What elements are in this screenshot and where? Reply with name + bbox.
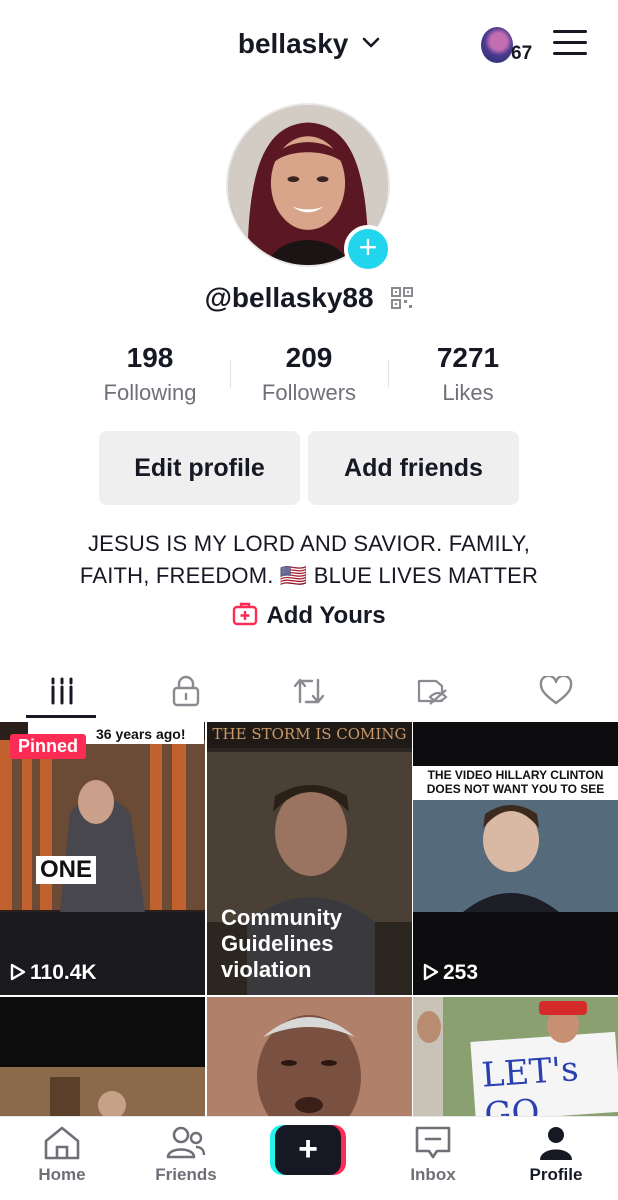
- sign-text: LET's GO: [480, 1049, 580, 1117]
- tab-private[interactable]: [124, 662, 248, 720]
- video-caption: THE STORM IS COMING: [212, 725, 407, 743]
- mini-avatar: [481, 27, 513, 63]
- friends-icon: [166, 1126, 206, 1159]
- nav-profile[interactable]: Profile: [501, 1125, 611, 1185]
- profile-handle-row: @bellasky88: [0, 282, 618, 314]
- repost-icon: [293, 678, 325, 704]
- username-label: bellasky: [237, 28, 349, 59]
- videos-icon: [51, 677, 73, 705]
- add-story-button[interactable]: +: [344, 225, 392, 273]
- stat-following[interactable]: 198 Following: [70, 340, 230, 406]
- nav-label: Friends: [155, 1165, 217, 1184]
- add-yours-label: Add Yours: [266, 602, 386, 629]
- menu-icon[interactable]: [553, 30, 587, 58]
- nav-label: Inbox: [410, 1165, 456, 1184]
- video-thumbnail[interactable]: THE VIDEO HILLARY CLINTON DOES NOT WANT …: [413, 722, 618, 995]
- add-yours-icon: [233, 602, 258, 626]
- play-icon: [10, 963, 26, 981]
- violation-label: Community Guidelines violation: [221, 905, 342, 982]
- nav-inbox[interactable]: Inbox: [378, 1125, 488, 1185]
- stat-label: Following: [103, 380, 197, 405]
- bottom-nav: Home Friends + Inbox Profile: [0, 1116, 618, 1200]
- stat-value: 7271: [436, 342, 500, 373]
- nav-label: Profile: [529, 1165, 583, 1184]
- home-icon: [44, 1126, 80, 1160]
- stat-label: Likes: [442, 380, 494, 405]
- bio-line: JESUS IS MY LORD AND SAVIOR. FAMILY,: [87, 531, 531, 556]
- stat-value: 209: [285, 342, 333, 373]
- notification-count: 67: [511, 43, 533, 64]
- tab-reposts[interactable]: [247, 662, 371, 720]
- profile-bio: JESUS IS MY LORD AND SAVIOR. FAMILY, FAI…: [40, 528, 578, 592]
- tab-liked[interactable]: [494, 662, 618, 720]
- stat-likes[interactable]: 7271 Likes: [388, 340, 548, 406]
- profile-header: bellasky 67: [0, 0, 618, 90]
- profile-tabs: [0, 662, 618, 720]
- stat-followers[interactable]: 209 Followers: [229, 340, 389, 406]
- add-yours-link[interactable]: Add Yours: [0, 602, 618, 630]
- video-thumbnail[interactable]: [0, 997, 205, 1117]
- view-count: 253: [423, 961, 478, 985]
- play-icon: [423, 963, 439, 981]
- pinned-badge: Pinned: [10, 734, 87, 759]
- video-overlay-text: ONE: [36, 856, 97, 884]
- tab-indicator: [26, 715, 96, 718]
- notification-avatar-badge[interactable]: 67: [481, 27, 541, 67]
- create-button[interactable]: +: [270, 1125, 346, 1175]
- heart-icon: [539, 676, 573, 705]
- tab-hidden-likes[interactable]: [371, 662, 495, 720]
- stat-label: Followers: [261, 380, 357, 405]
- nav-home[interactable]: Home: [7, 1125, 117, 1185]
- profile-icon: [540, 1127, 572, 1160]
- nav-label: Home: [38, 1165, 86, 1184]
- plus-icon: +: [275, 1125, 341, 1175]
- edit-profile-button[interactable]: Edit profile: [99, 431, 300, 505]
- tab-videos[interactable]: [0, 662, 124, 720]
- hidden-icon: [417, 679, 448, 705]
- chevron-down-icon: [362, 37, 380, 48]
- video-caption: THE VIDEO HILLARY CLINTON DOES NOT WANT …: [426, 768, 605, 796]
- profile-avatar-container: +: [226, 103, 392, 273]
- lock-icon: [172, 675, 200, 707]
- video-thumbnail[interactable]: LET's GO: [413, 997, 618, 1117]
- video-caption: 36 years ago!: [96, 726, 186, 742]
- qr-code-icon[interactable]: [391, 287, 414, 309]
- video-thumbnail[interactable]: Pinned 36 years ago! ONE 110.4K: [0, 722, 205, 995]
- view-count: 110.4K: [10, 961, 97, 985]
- profile-handle: @bellasky88: [204, 282, 374, 313]
- video-thumbnail[interactable]: [207, 997, 412, 1117]
- bio-line: FAITH, FREEDOM. 🇺🇸 BLUE LIVES MATTER: [79, 563, 539, 588]
- video-thumbnail[interactable]: THE STORM IS COMING Community Guidelines…: [207, 722, 412, 995]
- add-friends-button[interactable]: Add friends: [308, 431, 519, 505]
- inbox-icon: [415, 1126, 451, 1159]
- stat-value: 198: [126, 342, 174, 373]
- nav-friends[interactable]: Friends: [131, 1125, 241, 1185]
